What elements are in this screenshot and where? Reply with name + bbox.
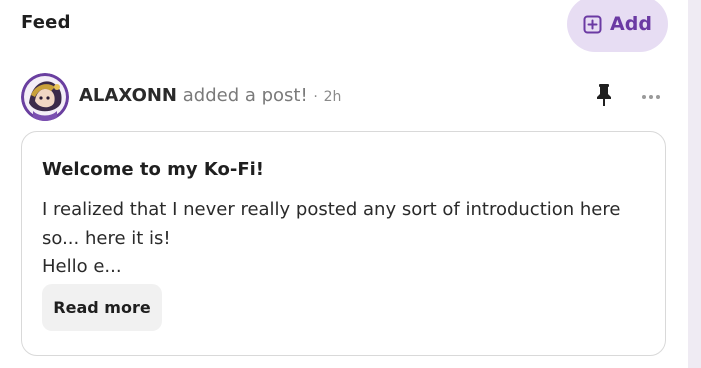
feed-title: Feed — [21, 12, 71, 33]
read-more-button[interactable]: Read more — [42, 284, 162, 331]
excerpt-line: so... here it is! — [42, 227, 171, 249]
post-card[interactable]: Welcome to my Ko-Fi! I realized that I n… — [21, 131, 666, 356]
add-label: Add — [610, 13, 652, 35]
meta-separator: · — [313, 89, 318, 105]
feed-page: Feed Add ALAXONN added a post! · 2h Welc… — [0, 0, 701, 368]
post-header: ALAXONN added a post! · 2h — [21, 73, 661, 121]
pin-icon[interactable] — [595, 83, 613, 107]
post-excerpt: I realized that I never really posted an… — [42, 196, 642, 282]
right-rail — [688, 0, 701, 368]
add-button[interactable]: Add — [567, 0, 668, 52]
post-time: 2h — [323, 89, 342, 105]
more-icon[interactable] — [640, 89, 662, 103]
avatar[interactable] — [21, 73, 69, 121]
author-line: ALAXONN added a post! · 2h — [79, 85, 341, 106]
plus-square-icon — [583, 15, 602, 34]
author-name[interactable]: ALAXONN — [79, 85, 177, 106]
excerpt-line: I realized that I never really posted an… — [42, 199, 621, 220]
author-action: added a post! — [182, 85, 308, 106]
excerpt-line: Hello e... — [42, 256, 122, 277]
post-title: Welcome to my Ko-Fi! — [42, 159, 264, 180]
